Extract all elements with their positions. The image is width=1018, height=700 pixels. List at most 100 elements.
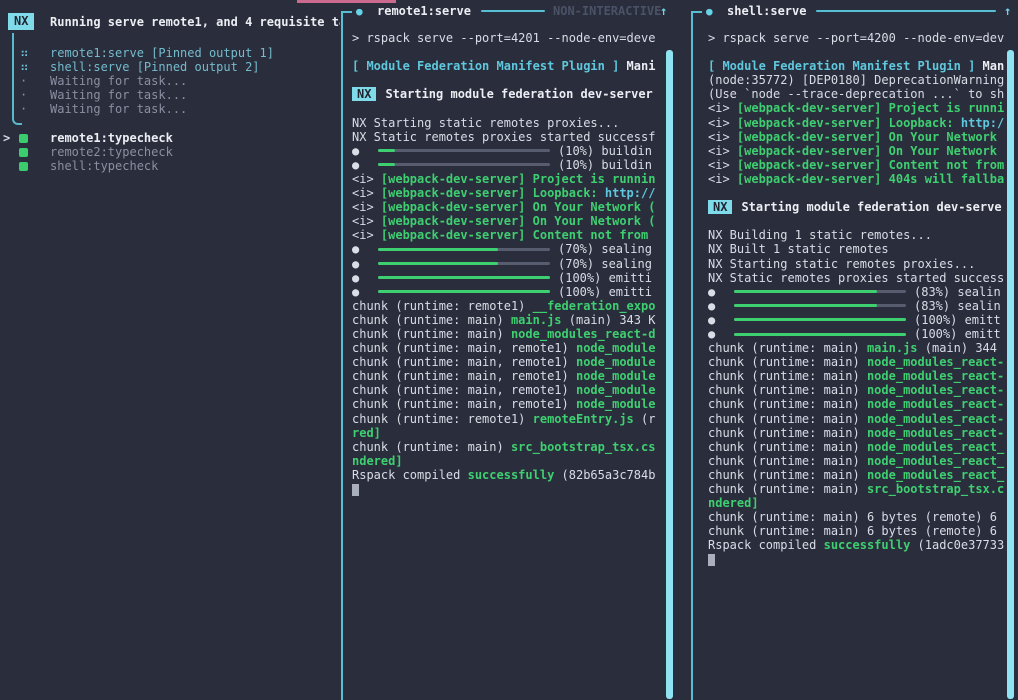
terminal-line: > rspack serve --port=4200 --node-env=de… bbox=[708, 31, 1006, 45]
task-row[interactable]: shell:typecheck bbox=[0, 159, 341, 173]
terminal-line: chunk (runtime: main) src_bootstrap_tsx.… bbox=[352, 440, 658, 454]
terminal-line: ndered] bbox=[708, 496, 1006, 510]
terminal-line: chunk (runtime: main) node_modules_react… bbox=[708, 383, 1006, 397]
progress-bar bbox=[378, 149, 550, 152]
scrollbar-thumb[interactable] bbox=[666, 50, 673, 699]
task-label: Waiting for task... bbox=[50, 88, 187, 102]
terminal-line: ●(100%) emitti bbox=[352, 271, 658, 285]
terminal-line: chunk (runtime: remote1) remoteEntry.js … bbox=[352, 412, 658, 426]
terminal-line bbox=[352, 45, 658, 59]
terminal-line: (node:35772) [DEP0180] DeprecationWarnin… bbox=[708, 73, 1006, 87]
scrollbar-thumb[interactable] bbox=[1007, 50, 1014, 699]
terminal-line: <i> [webpack-dev-server] On Your Network bbox=[708, 144, 1006, 158]
terminal-line: NX Built 1 static remotes bbox=[708, 242, 1006, 256]
terminal-line: chunk (runtime: main) node_modules_react… bbox=[708, 454, 1006, 468]
task-row[interactable]: > remote1:typecheck bbox=[0, 131, 341, 145]
progress-bar bbox=[734, 290, 906, 293]
pane-title[interactable]: shell:serve bbox=[727, 4, 806, 18]
task-label: Waiting for task... bbox=[50, 74, 187, 88]
task-row[interactable]: ·Waiting for task... bbox=[0, 102, 341, 116]
terminal-line: NXStarting module federation dev-server bbox=[352, 87, 658, 101]
progress-bar bbox=[734, 318, 906, 321]
terminal-output: > rspack serve --port=4200 --node-env=de… bbox=[708, 31, 1006, 567]
task-label: Waiting for task... bbox=[50, 102, 187, 116]
terminal-line: <i> [webpack-dev-server] On Your Network… bbox=[352, 200, 658, 214]
terminal-line bbox=[708, 186, 1006, 200]
terminal-line: chunk (runtime: main) main.js (main) 343… bbox=[352, 313, 658, 327]
nx-badge: NX bbox=[708, 200, 732, 214]
waiting-dot-icon: · bbox=[20, 88, 27, 102]
selected-task-caret: > bbox=[3, 131, 10, 145]
task-success-square-icon bbox=[19, 148, 28, 157]
terminal-line: [ Module Federation Manifest Plugin ] Ma… bbox=[352, 59, 658, 73]
terminal-line: chunk (runtime: main) src_bootstrap_tsx.… bbox=[708, 482, 1006, 496]
pane-border bbox=[341, 11, 352, 700]
progress-bar bbox=[378, 248, 550, 251]
terminal-line: ●(10%) buildin bbox=[352, 158, 658, 172]
scroll-up-icon[interactable]: ↑ bbox=[1004, 4, 1011, 18]
terminal-cursor bbox=[352, 484, 359, 496]
terminal-line bbox=[352, 73, 658, 87]
terminal-line: chunk (runtime: main) node_modules_react… bbox=[352, 327, 658, 341]
terminal-line: chunk (runtime: main) node_modules_react… bbox=[708, 397, 1006, 411]
terminal-line bbox=[708, 552, 1006, 566]
terminal-line: chunk (runtime: main) node_modules_react… bbox=[708, 468, 1006, 482]
terminal-cursor bbox=[708, 554, 715, 566]
non-interactive-label: NON-INTERACTIVE bbox=[553, 4, 661, 18]
terminal-line: <i> [webpack-dev-server] On Your Network… bbox=[352, 214, 658, 228]
terminal-line bbox=[352, 101, 658, 115]
task-row[interactable]: ·Waiting for task... bbox=[0, 74, 341, 88]
terminal-line: NX Static remotes proxies started succes… bbox=[352, 130, 658, 144]
terminal-line: ndered] bbox=[352, 454, 658, 468]
terminal-line: <i> [webpack-dev-server] Project is runn… bbox=[352, 172, 658, 186]
terminal-line: NX Starting static remotes proxies... bbox=[352, 116, 658, 130]
terminal-line: ●(100%) emitti bbox=[352, 285, 658, 299]
terminal-line: NX Static remotes proxies started succes… bbox=[708, 271, 1006, 285]
terminal-line: chunk (runtime: main) node_modules_react… bbox=[708, 412, 1006, 426]
terminal-line: chunk (runtime: main) 6 bytes (remote) 6 bbox=[708, 510, 1006, 524]
progress-bar bbox=[378, 163, 550, 166]
terminal-line: > rspack serve --port=4201 --node-env=de… bbox=[352, 31, 658, 45]
terminal-line: <i> [webpack-dev-server] Content not fro… bbox=[708, 158, 1006, 172]
task-row[interactable]: ⠶shell:serve [Pinned output 2] bbox=[0, 60, 341, 74]
task-row[interactable]: ⠶remote1:serve [Pinned output 1] bbox=[0, 46, 341, 60]
spinner-icon: ⠶ bbox=[20, 60, 29, 74]
task-success-square-icon bbox=[19, 134, 28, 143]
terminal-line: [ Module Federation Manifest Plugin ] Ma… bbox=[708, 59, 1006, 73]
terminal-line: chunk (runtime: main, remote1) node_modu… bbox=[352, 355, 658, 369]
progress-bar bbox=[378, 290, 550, 293]
terminal-line: ●(10%) buildin bbox=[352, 144, 658, 158]
task-row[interactable]: remote2:typecheck bbox=[0, 145, 341, 159]
terminal-line: chunk (runtime: main, remote1) node_modu… bbox=[352, 397, 658, 411]
terminal-line: chunk (runtime: main, remote1) node_modu… bbox=[352, 341, 658, 355]
terminal-line: chunk (runtime: main, remote1) node_modu… bbox=[352, 383, 658, 397]
terminal-line: Rspack compiled successfully (1adc0e3773… bbox=[708, 538, 1006, 552]
progress-bar bbox=[734, 333, 906, 336]
scroll-up-icon[interactable]: ↑ bbox=[660, 4, 667, 18]
terminal-line: <i> [webpack-dev-server] 404s will fallb… bbox=[708, 172, 1006, 186]
spinner-icon: ⠶ bbox=[20, 46, 29, 60]
task-label: remote1:typecheck bbox=[50, 131, 173, 145]
task-label: shell:typecheck bbox=[50, 159, 158, 173]
terminal-line: chunk (runtime: main) main.js (main) 344 bbox=[708, 341, 1006, 355]
pane-title[interactable]: remote1:serve bbox=[377, 4, 471, 18]
terminal-line: NXStarting module federation dev-serve bbox=[708, 200, 1006, 214]
header-rule bbox=[481, 10, 545, 12]
header-rule bbox=[816, 10, 996, 12]
terminal-line: chunk (runtime: main) node_modules_react… bbox=[708, 440, 1006, 454]
progress-bar bbox=[734, 304, 906, 307]
terminal-line: chunk (runtime: main) node_modules_react… bbox=[708, 355, 1006, 369]
terminal-line: ●(100%) emitt bbox=[708, 327, 1006, 341]
terminal-line: chunk (runtime: main) node_modules_react… bbox=[708, 426, 1006, 440]
terminal-line: red] bbox=[352, 426, 658, 440]
terminal-line: chunk (runtime: remote1) __federation_ex… bbox=[352, 299, 658, 313]
task-row[interactable]: · Waiting for task... bbox=[0, 88, 341, 102]
terminal-line: <i> [webpack-dev-server] Project is runn… bbox=[708, 101, 1006, 115]
terminal-line: <i> [webpack-dev-server] On Your Network bbox=[708, 130, 1006, 144]
terminal-line: NX Building 1 static remotes... bbox=[708, 228, 1006, 242]
terminal-line: chunk (runtime: main, remote1) node_modu… bbox=[352, 369, 658, 383]
nx-terminal-ui: NX Running serve remote1, and 4 requisit… bbox=[0, 0, 1018, 700]
terminal-line: (Use `node --trace-deprecation ...` to s… bbox=[708, 87, 1006, 101]
terminal-line: <i> [webpack-dev-server] Loopback: http:… bbox=[352, 186, 658, 200]
terminal-line: NX Starting static remotes proxies... bbox=[708, 257, 1006, 271]
